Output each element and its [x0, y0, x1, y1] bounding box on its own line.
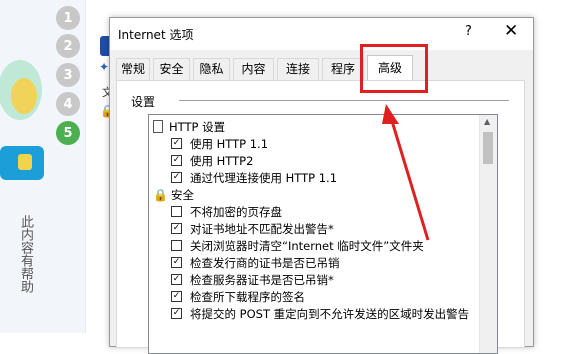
list-item[interactable]: ✓ 检查服务器证书是否已吊销* — [171, 271, 334, 288]
setting-label: 检查服务器证书是否已吊销* — [190, 272, 334, 287]
list-item[interactable]: ✓ 检查所下载程序的签名 — [171, 288, 305, 305]
settings-list[interactable]: HTTP 设置 ✓ 使用 HTTP 1.1 ✓ 使用 HTTP2 ✓ 通过代理连… — [148, 114, 498, 354]
setting-label: 关闭浏览器时清空“Internet 临时文件”文件夹 — [190, 238, 424, 253]
setting-label: 检查发行商的证书是否已吊销 — [190, 255, 340, 270]
advanced-tab-highlight-box — [360, 44, 428, 93]
group-label: 安全 — [171, 187, 194, 202]
checkbox-unchecked[interactable] — [171, 206, 182, 217]
step-3-badge[interactable]: 3 — [56, 63, 80, 87]
checkbox-checked[interactable]: ✓ — [171, 257, 182, 268]
page-icon — [153, 120, 163, 133]
list-item: 🔒 安全 — [153, 186, 194, 203]
setting-label: 通过代理连接使用 HTTP 1.1 — [190, 170, 338, 185]
scroll-up-arrow-icon[interactable]: ▲ — [484, 117, 490, 126]
close-icon[interactable]: ✕ — [504, 21, 518, 41]
setting-label: 使用 HTTP 1.1 — [190, 136, 269, 151]
settings-divider — [179, 100, 509, 101]
list-item[interactable]: ✓ 对证书地址不匹配发出警告* — [171, 220, 334, 237]
step-4-badge[interactable]: 4 — [56, 92, 80, 116]
dialog-titlebar[interactable]: Internet 选项 ? ✕ — [110, 18, 533, 50]
list-item: HTTP 设置 — [153, 118, 225, 135]
panel-divider — [85, 0, 86, 333]
tab-security[interactable]: 安全 — [153, 58, 190, 80]
checkbox-checked[interactable]: ✓ — [171, 138, 182, 149]
setting-label: 将提交的 POST 重定向到不允许发送的区域时发出警告 — [190, 306, 470, 321]
list-item[interactable]: ✓ 使用 HTTP2 — [171, 152, 253, 169]
list-item[interactable]: ✓ 将提交的 POST 重定向到不允许发送的区域时发出警告 — [171, 305, 469, 322]
tab-privacy[interactable]: 隐私 — [193, 58, 230, 80]
list-item[interactable]: ✓ 检查发行商的证书是否已吊销 — [171, 254, 340, 271]
setting-label: 检查所下载程序的签名 — [190, 289, 305, 304]
dialog-title: Internet 选项 — [118, 28, 194, 42]
setting-label: 不将加密的页存盘 — [190, 204, 282, 219]
setting-label: 对证书地址不匹配发出警告* — [190, 221, 334, 236]
scrollbar-thumb[interactable] — [483, 132, 493, 164]
internet-options-dialog: Internet 选项 ? ✕ 常规 安全 隐私 内容 连接 程序 高级 设置 … — [109, 17, 534, 354]
setting-label: 使用 HTTP2 — [190, 153, 254, 168]
checkbox-checked[interactable]: ✓ — [171, 291, 182, 302]
tab-content[interactable]: 内容 — [233, 58, 274, 80]
advanced-tab-panel: 设置 HTTP 设置 ✓ 使用 HTTP 1.1 ✓ 使用 HTTP2 ✓ 通过… — [116, 80, 525, 354]
cartoon-mascot-image — [0, 60, 44, 180]
checkbox-checked[interactable]: ✓ — [171, 155, 182, 166]
step-5-badge[interactable]: 5 — [56, 121, 80, 145]
checkbox-checked[interactable]: ✓ — [171, 172, 182, 183]
helpful-vertical-text: 此内容有帮助 — [18, 215, 33, 293]
checkbox-unchecked[interactable] — [171, 240, 182, 251]
list-item[interactable]: ✓ 通过代理连接使用 HTTP 1.1 — [171, 169, 337, 186]
tab-general[interactable]: 常规 — [116, 58, 150, 80]
group-label: HTTP 设置 — [169, 119, 226, 134]
step-2-badge[interactable]: 2 — [56, 34, 80, 58]
step-1-badge[interactable]: 1 — [56, 6, 80, 30]
list-item[interactable]: 不将加密的页存盘 — [171, 203, 282, 220]
settings-scrollbar[interactable]: ▲ — [479, 115, 497, 353]
lock-icon: 🔒 — [153, 187, 168, 202]
checkbox-checked[interactable]: ✓ — [171, 308, 182, 319]
checkbox-checked[interactable]: ✓ — [171, 274, 182, 285]
list-item[interactable]: ✓ 使用 HTTP 1.1 — [171, 135, 268, 152]
list-item[interactable]: 关闭浏览器时清空“Internet 临时文件”文件夹 — [171, 237, 424, 254]
settings-section-label: 设置 — [131, 95, 156, 109]
checkbox-checked[interactable]: ✓ — [171, 223, 182, 234]
tab-connections[interactable]: 连接 — [277, 58, 319, 80]
tab-programs[interactable]: 程序 — [322, 58, 364, 80]
wrench-icon: ✦ — [99, 60, 110, 74]
help-button[interactable]: ? — [465, 24, 472, 39]
